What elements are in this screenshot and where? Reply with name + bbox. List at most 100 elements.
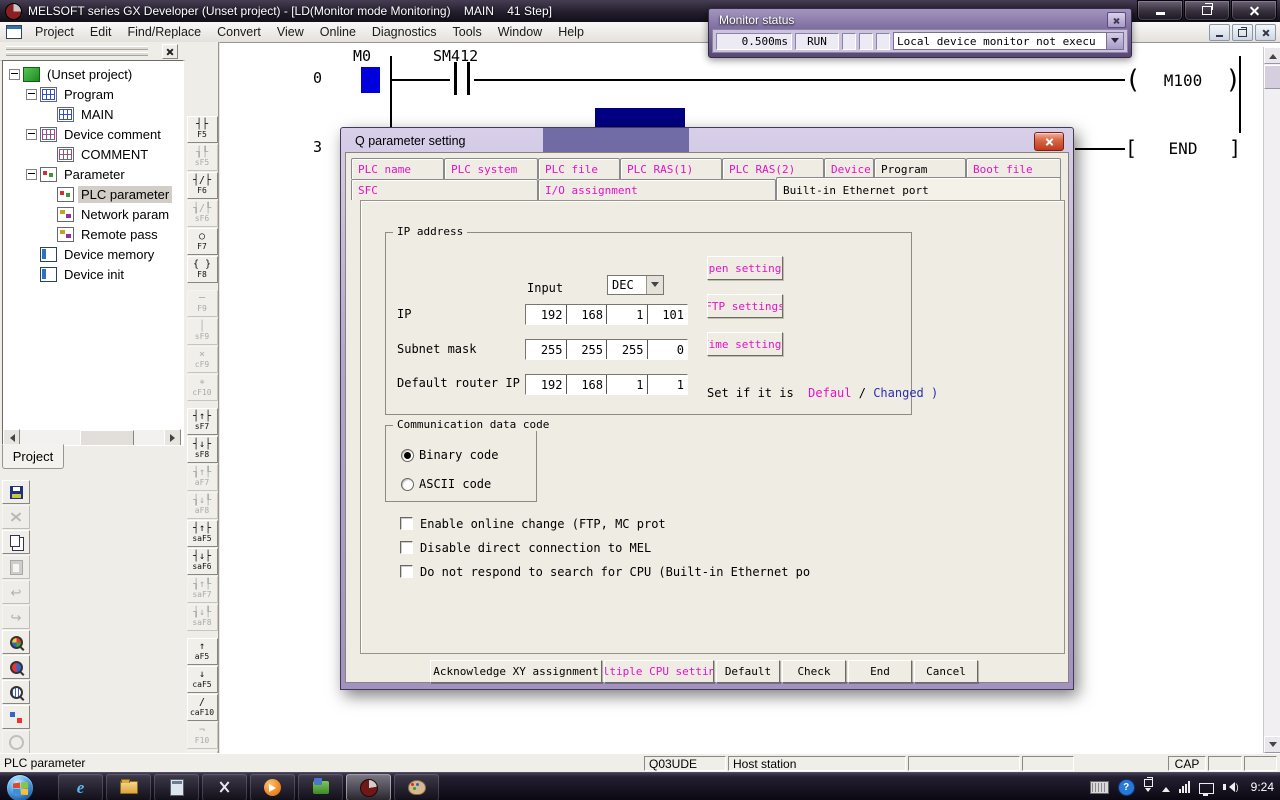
menu-item[interactable]: Online — [312, 23, 364, 41]
taskbar-calculator[interactable] — [154, 774, 199, 800]
ladder-symbol-button[interactable]: ┤├ F5 — [187, 116, 218, 143]
dialog-tab[interactable]: PLC RAS(1) — [620, 158, 722, 179]
disable-direct-connection-checkbox[interactable] — [400, 541, 413, 554]
dialog-action-button[interactable]: Multiple CPU settings — [604, 660, 714, 683]
tree-item[interactable]: (Unset project) — [3, 64, 183, 84]
taskbar-system-utility[interactable] — [298, 774, 343, 800]
tree-item[interactable]: Network param — [3, 204, 183, 224]
dialog-tab[interactable]: I/O assignment — [538, 179, 776, 200]
cut-button[interactable] — [2, 505, 30, 529]
tree-item[interactable]: Device comment — [3, 124, 183, 144]
find-device-button[interactable] — [2, 630, 30, 654]
ladder-vertical-scrollbar[interactable] — [1263, 47, 1280, 753]
ladder-symbol-button[interactable]: ┧/┞ sF6 — [187, 200, 218, 227]
monitor-close-button[interactable] — [1107, 12, 1126, 28]
ladder-symbol-button[interactable]: ┧↑┞ saF7 — [187, 576, 218, 603]
tree-item[interactable]: COMMENT — [3, 144, 183, 164]
input-format-select[interactable]: DEC — [607, 275, 664, 295]
child-restore-button[interactable] — [1232, 24, 1253, 41]
enable-online-change-checkbox[interactable] — [400, 517, 413, 530]
tree-horizontal-scrollbar[interactable] — [3, 430, 181, 445]
menu-item[interactable]: Find/Replace — [119, 23, 209, 41]
taskbar-snipping-tool[interactable] — [202, 774, 247, 800]
menu-item[interactable]: Diagnostics — [364, 23, 445, 41]
menu-item[interactable]: Tools — [445, 23, 490, 41]
octet-input[interactable]: 255 — [566, 340, 607, 359]
taskbar-windows-explorer[interactable] — [106, 774, 151, 800]
find-instruction-button[interactable] — [2, 655, 30, 679]
menu-item[interactable]: Project — [27, 23, 82, 41]
do-not-respond-search-checkbox[interactable] — [400, 565, 413, 578]
menu-item[interactable]: View — [269, 23, 312, 41]
ladder-symbol-button[interactable]: ┤/├ F6 — [187, 172, 218, 199]
circuit-trace-button[interactable] — [2, 730, 30, 754]
scroll-down-button[interactable] — [1264, 736, 1280, 753]
dialog-tab[interactable]: Built-in Ethernet port — [776, 177, 1061, 200]
menu-item[interactable]: Window — [490, 23, 550, 41]
octet-input[interactable]: 1 — [606, 305, 647, 324]
ladder-symbol-button[interactable]: × cF9 — [187, 346, 218, 373]
octet-input[interactable]: 101 — [647, 305, 688, 324]
octet-input[interactable]: 1 — [606, 375, 647, 394]
coil-m100[interactable]: ( M100 ) — [1125, 63, 1241, 97]
redo-button[interactable]: ↪ — [2, 605, 30, 629]
tree-expander-icon[interactable] — [26, 169, 37, 180]
dialog-action-button[interactable]: End — [848, 660, 912, 683]
network-icon[interactable] — [1199, 783, 1214, 794]
ip-address-field[interactable]: 192 168 1 101 — [525, 304, 688, 325]
tree-item[interactable]: MAIN — [3, 104, 183, 124]
dialog-tab[interactable]: PLC system — [444, 158, 538, 179]
clock[interactable]: 9:24 — [1251, 780, 1274, 794]
ladder-symbol-button[interactable]: ↑ aF5 — [187, 638, 218, 665]
dialog-tab[interactable]: Device — [824, 158, 874, 179]
dialog-tab[interactable]: Program — [874, 158, 966, 179]
menu-item[interactable]: Edit — [82, 23, 120, 41]
dialog-tab[interactable]: SFC — [351, 179, 538, 200]
binary-code-radio[interactable] — [401, 449, 414, 462]
signal-strength-icon[interactable] — [1179, 781, 1190, 793]
tree-expander-icon[interactable] — [26, 129, 37, 140]
scrollbar-thumb[interactable] — [80, 430, 134, 446]
minimize-button[interactable] — [1137, 0, 1183, 21]
tree-item[interactable]: PLC parameter — [3, 184, 183, 204]
save-button[interactable] — [2, 480, 30, 504]
dialog-tab[interactable]: Boot file — [966, 158, 1061, 179]
ladder-symbol-button[interactable]: ¬ F10 — [187, 722, 218, 749]
keyboard-layout-icon[interactable] — [1090, 781, 1109, 794]
ladder-symbol-button[interactable]: ┧↓┞ saF8 — [187, 604, 218, 631]
ladder-symbol-button[interactable]: ┧↓┞ aF8 — [187, 492, 218, 519]
taskbar-internet-explorer[interactable]: e — [58, 774, 103, 800]
dialog-tab[interactable]: PLC file — [538, 158, 620, 179]
taskbar-paint[interactable] — [394, 774, 439, 800]
octet-input[interactable]: 255 — [526, 340, 566, 359]
ftp-settings-button[interactable]: FTP settings — [707, 294, 783, 318]
undo-button[interactable]: ↩ — [2, 580, 30, 604]
scroll-up-button[interactable] — [1264, 47, 1280, 64]
mdi-document-icon[interactable] — [6, 25, 22, 39]
octet-input[interactable]: 255 — [606, 340, 647, 359]
tree-item[interactable]: Device memory — [3, 244, 183, 264]
monitor-mode-select[interactable]: Local device monitor not execu — [893, 32, 1124, 50]
ladder-symbol-button[interactable]: ─ F9 — [187, 290, 218, 317]
dialog-action-button[interactable]: Cancel — [914, 660, 978, 683]
dialog-action-button[interactable]: Acknowledge XY assignment — [430, 660, 602, 683]
subnet-mask-field[interactable]: 255 255 255 0 — [525, 339, 688, 360]
restore-button[interactable] — [1184, 0, 1230, 21]
scroll-right-button[interactable] — [164, 429, 181, 446]
ladder-symbol-button[interactable]: ┤↓├ sF8 — [187, 436, 218, 463]
paste-button[interactable] — [2, 555, 30, 579]
help-icon[interactable]: ? — [1118, 779, 1135, 796]
child-close-button[interactable] — [1255, 24, 1276, 41]
tree-expander-icon[interactable] — [26, 89, 37, 100]
tree-item[interactable]: Remote pass — [3, 224, 183, 244]
ladder-symbol-button[interactable]: / caF10 — [187, 694, 218, 721]
dialog-action-button[interactable]: Default — [716, 660, 780, 683]
taskbar-media-player[interactable] — [250, 774, 295, 800]
octet-input[interactable]: 168 — [566, 375, 607, 394]
octet-input[interactable]: 192 — [526, 305, 566, 324]
ladder-symbol-button[interactable]: ┤↑├ saF5 — [187, 520, 218, 547]
copy-button[interactable] — [2, 530, 30, 554]
octet-input[interactable]: 192 — [526, 375, 566, 394]
open-settings-button[interactable]: Open settings — [707, 256, 783, 280]
time-settings-button[interactable]: Time settings — [707, 332, 783, 356]
